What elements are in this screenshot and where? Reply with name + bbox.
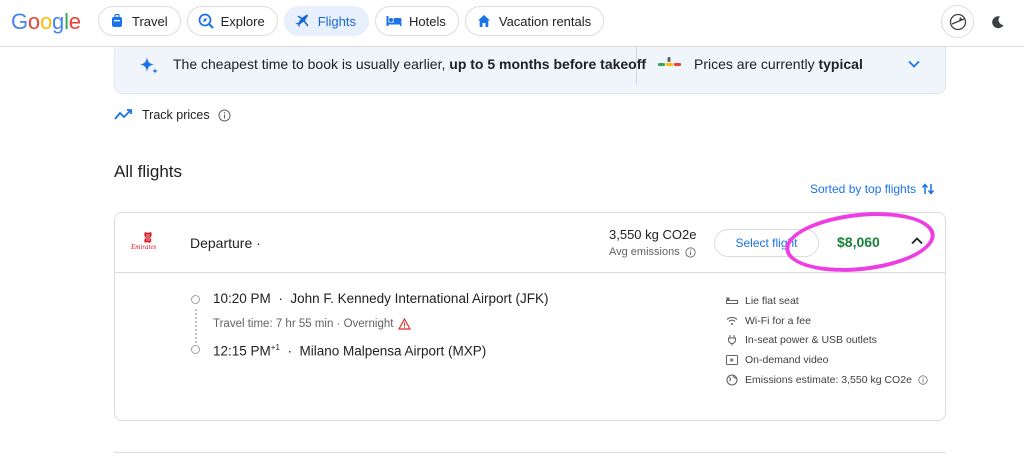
section-title: All flights [114, 162, 183, 181]
booking-tip-text: The cheapest time to book is usually ear… [173, 56, 450, 72]
nav-chip-travel[interactable]: Travel [98, 6, 181, 36]
bed-icon [386, 13, 402, 29]
arrival-time: 12:15 PM [213, 343, 271, 359]
booking-tip: The cheapest time to book is usually ear… [173, 56, 646, 72]
emissions-block: 3,550 kg CO2e Avg emissions [609, 227, 696, 258]
departure-airport: John F. Kennedy International Airport (J… [290, 291, 549, 306]
amenity-label: Lie flat seat [745, 294, 799, 307]
globe-plane-icon [949, 13, 966, 30]
flight-price: $8,060 [837, 234, 880, 250]
track-prices[interactable]: Track prices [114, 108, 231, 122]
travel-time-text: Travel time: 7 hr 55 min · Overnight [213, 318, 394, 330]
arrival-dot [191, 345, 200, 354]
theme-toggle-button[interactable] [988, 12, 1008, 32]
house-icon [476, 13, 492, 29]
price-insights-banner: The cheapest time to book is usually ear… [114, 47, 946, 94]
wifi-icon [725, 315, 739, 327]
airline-name: Emirates [131, 243, 157, 251]
nav-chips: Travel Explore Flights Hotels Vacation r… [98, 6, 605, 36]
sort-button[interactable]: Sorted by top flights [810, 182, 935, 196]
amenity-label: In-seat power & USB outlets [745, 334, 877, 347]
google-logo[interactable]: Google [11, 9, 81, 35]
globe-icon [725, 374, 739, 386]
select-flight-button[interactable]: Select flight [714, 229, 819, 257]
separator-dot: · [283, 343, 296, 359]
amenity-item: Wi-Fi for a fee [725, 311, 928, 331]
chevron-up-icon[interactable] [909, 233, 925, 249]
arrival-airport: Milano Malpensa Airport (MXP) [299, 343, 487, 359]
track-prices-label: Track prices [142, 108, 210, 122]
emissions-value: 3,550 kg CO2e [609, 227, 697, 242]
suitcase-icon [109, 13, 125, 29]
amenities-list: Lie flat seat Wi-Fi for a fee In-seat po… [725, 291, 928, 389]
departure-time: 10:20 PM [213, 291, 271, 306]
nav-chip-explore[interactable]: Explore [186, 6, 278, 36]
price-status-text: Prices are currently [694, 56, 819, 72]
amenity-label: Emissions estimate: 3,550 kg CO2e [745, 373, 912, 386]
video-icon [725, 354, 739, 366]
nav-chip-hotels[interactable]: Hotels [375, 6, 459, 36]
nav-chip-label: Flights [317, 13, 357, 29]
airplane-icon [295, 13, 311, 29]
timeline-connector [195, 309, 197, 343]
nav-chip-label: Travel [132, 13, 168, 29]
departure-stop: 10:20 PM · John F. Kennedy International… [213, 291, 548, 306]
airline-logo: Emirates [131, 231, 167, 253]
departure-label: Departure · [190, 235, 261, 251]
bottom-divider [114, 452, 946, 453]
nav-chip-label: Vacation rentals [498, 13, 592, 29]
separator-dot: · [274, 291, 287, 306]
amenity-item: On-demand video [725, 350, 928, 370]
amenity-item: Emissions estimate: 3,550 kg CO2e [725, 370, 928, 390]
avatar[interactable] [941, 5, 974, 38]
nav-chip-label: Explore [220, 13, 265, 29]
chevron-down-icon[interactable] [907, 57, 921, 71]
info-icon[interactable] [218, 109, 231, 122]
avg-emissions-label: Avg emissions [609, 246, 680, 258]
nav-chip-label: Hotels [409, 13, 446, 29]
nav-chip-flights[interactable]: Flights [283, 6, 370, 36]
info-icon[interactable] [685, 246, 696, 258]
flight-card: Emirates Departure · 3,550 kg CO2e Avg e… [114, 212, 946, 421]
booking-tip-highlight: up to 5 months before takeoff [449, 56, 647, 72]
explore-icon [198, 13, 214, 29]
price-status-level: typical [818, 56, 863, 72]
departure-dot [191, 295, 200, 304]
sort-arrows-icon [921, 183, 935, 195]
amenity-label: Wi-Fi for a fee [745, 314, 811, 327]
avg-emissions: Avg emissions [609, 246, 696, 258]
banner-divider [636, 47, 637, 84]
warning-icon [398, 318, 412, 330]
moon-icon [992, 16, 1004, 29]
seat-icon [725, 295, 739, 307]
amenity-label: On-demand video [745, 353, 829, 366]
sort-label: Sorted by top flights [810, 182, 917, 196]
trending-icon [114, 109, 132, 120]
arrival-stop: 12:15 PM+1 · Milano Malpensa Airport (MX… [213, 343, 486, 359]
sparkle-icon [140, 57, 158, 74]
power-plug-icon [725, 334, 739, 346]
nav-chip-vacation-rentals[interactable]: Vacation rentals [464, 6, 605, 36]
price-status: Prices are currently typical [694, 56, 863, 72]
price-level-icon [658, 57, 681, 66]
amenity-item: Lie flat seat [725, 291, 928, 311]
top-bar: Google Travel Explore Flights Hotels Vac… [0, 0, 1024, 47]
info-icon[interactable] [918, 374, 928, 385]
day-offset: +1 [270, 343, 280, 352]
amenity-item: In-seat power & USB outlets [725, 330, 928, 350]
travel-time: Travel time: 7 hr 55 min · Overnight [213, 318, 412, 330]
flight-card-header[interactable]: Emirates Departure · 3,550 kg CO2e Avg e… [115, 213, 945, 273]
